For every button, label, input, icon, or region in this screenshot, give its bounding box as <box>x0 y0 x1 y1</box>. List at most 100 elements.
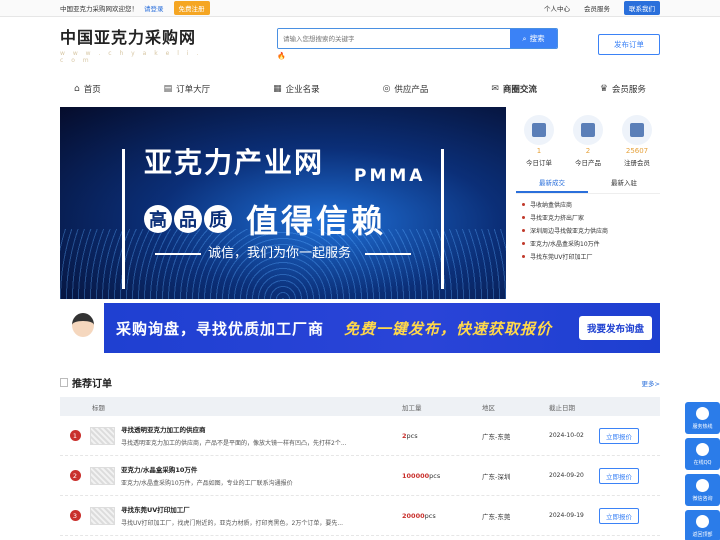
list-item[interactable]: 寻找亚克力挤出厂家 <box>522 211 660 224</box>
product-stat-icon <box>573 115 603 145</box>
table-row[interactable]: 1 寻找透明亚克力加工的供应商 寻找透明亚克力加工的供应商，产品不是平面的，像放… <box>60 416 660 456</box>
banner-char: 高 <box>144 205 172 233</box>
header-date: 截止日期 <box>549 403 575 412</box>
wechat-button[interactable]: 微信咨询 <box>685 474 720 506</box>
bullet-icon <box>522 229 525 232</box>
tab-latest-members[interactable]: 最新入驻 <box>588 177 660 193</box>
row-index: 1 <box>69 430 81 441</box>
search-button-label: 搜索 <box>529 34 545 43</box>
tab-latest-deals[interactable]: 最新成交 <box>516 177 588 193</box>
order-title[interactable]: 亚克力/水晶盒采购10万件 <box>121 464 293 474</box>
float-label: 返回顶部 <box>692 531 713 538</box>
hotline-button[interactable]: 服务热线 <box>685 402 720 434</box>
stat-members[interactable]: 25607 注册会员 <box>614 115 660 167</box>
table-row[interactable]: 2 亚克力/水晶盒采购10万件 亚克力/水晶盒采购10万件，产品如图，专业的工厂… <box>60 456 660 496</box>
order-thumbnail[interactable] <box>90 466 115 485</box>
nav-label: 订单大厅 <box>176 85 211 95</box>
section-title-text: 推荐订单 <box>72 379 112 390</box>
banner-slogan-row: 高 品 质 值得信赖 <box>144 196 386 242</box>
order-thumbnail[interactable] <box>90 506 115 525</box>
list-item[interactable]: 寻找东莞UV打印加工厂 <box>522 250 660 263</box>
search-icon: ⌕ <box>522 33 527 43</box>
order-title[interactable]: 寻找东莞UV打印加工厂 <box>121 504 343 514</box>
quote-button[interactable]: 立即报价 <box>599 467 639 484</box>
hero-banner[interactable]: 亚克力产业网 PMMA 高 品 质 值得信赖 诚信，我们为你一起服务 <box>60 107 506 299</box>
megaphone-icon: ✉ <box>491 84 499 94</box>
customer-service-avatar <box>60 303 104 353</box>
stat-label: 今日产品 <box>575 159 601 167</box>
publish-order-button[interactable]: 发布订单 <box>598 33 660 55</box>
nav-label: 商圈交流 <box>502 85 537 95</box>
phone-icon <box>696 406 709 420</box>
search-area: ⌕ 搜索 🔥 <box>277 28 558 60</box>
nav-item-companies[interactable]: ▦ 企业名录 <box>273 83 320 95</box>
site-logo[interactable]: 中国亚克力采购网 w w w . c h y a k e l i . c o m <box>60 24 210 64</box>
home-icon: ⌂ <box>74 84 80 94</box>
inquiry-ad-banner[interactable]: 采购询盘，寻找优质加工厂商 免费一键发布，快速获取报价 我要发布询盘 <box>60 303 660 353</box>
register-button[interactable]: 免费注册 <box>173 1 210 15</box>
stat-number: 25607 <box>625 147 649 155</box>
floating-toolbar: 服务热线 在线QQ 微信咨询 返回顶部 <box>685 402 720 540</box>
order-title[interactable]: 寻找透明亚克力加工的供应商 <box>121 424 347 434</box>
banner-subtitle: 诚信，我们为你一起服务 <box>208 246 352 261</box>
bullet-icon <box>522 203 525 206</box>
order-desc: 亚克力/水晶盒采购10万件，产品如图，专业的工厂联系沟通报价 <box>121 480 293 487</box>
header: 中国亚克力采购网 w w w . c h y a k e l i . c o m… <box>60 17 660 71</box>
bullet-icon <box>522 242 525 245</box>
nav-item-orders[interactable]: ▤ 订单大厅 <box>164 83 211 95</box>
order-thumbnail[interactable] <box>90 426 115 445</box>
stat-label: 今日订单 <box>526 159 552 167</box>
banner-row: 亚克力产业网 PMMA 高 品 质 值得信赖 诚信，我们为你一起服务 1 今日订… <box>60 107 660 299</box>
user-center-link[interactable]: 个人中心 <box>544 3 570 13</box>
company-icon: ▦ <box>273 84 282 94</box>
logo-name: 中国亚克力采购网 <box>60 28 197 47</box>
side-tabs: 最新成交 最新入驻 <box>516 177 660 194</box>
stat-today-orders[interactable]: 1 今日订单 <box>516 115 562 167</box>
ad-text-secondary: 免费一键发布，快速获取报价 <box>344 319 553 338</box>
list-item-text: 寻收纳盒供应商 <box>530 202 573 209</box>
banner-slogan: 值得信赖 <box>246 202 387 240</box>
list-item[interactable]: 深圳周边寻找做亚克力供应商 <box>522 224 660 237</box>
quote-button[interactable]: 立即报价 <box>599 507 639 524</box>
nav-label: 供应产品 <box>394 85 429 95</box>
stat-label: 注册会员 <box>624 159 650 167</box>
nav-item-community[interactable]: ✉ 商圈交流 <box>491 83 537 95</box>
nav-item-products[interactable]: ◎ 供应产品 <box>383 83 429 95</box>
list-item-text: 寻找亚克力挤出厂家 <box>530 215 585 222</box>
order-stat-icon <box>524 115 554 145</box>
banner-tag: PMMA <box>354 166 426 186</box>
top-bar: 中国亚克力采购网欢迎您！ 请登录 免费注册 个人中心 会员服务 联系我们 <box>0 0 720 17</box>
nav-item-home[interactable]: ⌂ 首页 <box>74 83 101 95</box>
stat-number: 1 <box>536 147 542 155</box>
more-link[interactable]: 更多> <box>642 378 660 388</box>
order-qty: 20000pcs <box>402 511 436 520</box>
float-label: 服务热线 <box>692 423 713 430</box>
publish-inquiry-button[interactable]: 我要发布询盘 <box>578 316 652 340</box>
login-link[interactable]: 请登录 <box>144 3 164 13</box>
banner-line-left <box>155 253 201 255</box>
top-icon <box>696 514 709 528</box>
order-date: 2024-09-20 <box>549 472 584 479</box>
quote-button[interactable]: 立即报价 <box>599 427 639 444</box>
search-button[interactable]: ⌕ 搜索 <box>510 29 557 48</box>
qq-button[interactable]: 在线QQ <box>685 438 720 470</box>
stat-today-products[interactable]: 2 今日产品 <box>565 115 611 167</box>
wechat-icon <box>696 478 709 492</box>
list-item-text: 亚克力/水晶盒采购10万件 <box>530 241 600 248</box>
header-qty: 加工量 <box>402 403 422 412</box>
main-nav: ⌂ 首页 ▤ 订单大厅 ▦ 企业名录 ◎ 供应产品 ✉ 商圈交流 ♛ 会员服务 <box>60 71 660 107</box>
search-input[interactable] <box>278 29 510 48</box>
member-service-link[interactable]: 会员服务 <box>584 3 610 13</box>
order-desc: 寻找透明亚克力加工的供应商，产品不是平面的，像放大镜一样有凹凸，先打样2个... <box>121 440 347 447</box>
list-item[interactable]: 寻收纳盒供应商 <box>522 198 660 211</box>
back-to-top-button[interactable]: 返回顶部 <box>685 510 720 540</box>
float-label: 在线QQ <box>693 459 712 466</box>
contact-button[interactable]: 联系我们 <box>624 1 660 15</box>
order-qty: 2pcs <box>402 431 418 440</box>
member-icon: ♛ <box>599 84 608 94</box>
banner-char: 品 <box>174 205 202 233</box>
list-item[interactable]: 亚克力/水晶盒采购10万件 <box>522 237 660 250</box>
nav-item-member[interactable]: ♛ 会员服务 <box>600 83 646 95</box>
bullet-icon <box>522 216 525 219</box>
table-row[interactable]: 3 寻找东莞UV打印加工厂 寻找UV打印加工厂，找虎门附近的，亚克力材质，打印亮… <box>60 496 660 536</box>
